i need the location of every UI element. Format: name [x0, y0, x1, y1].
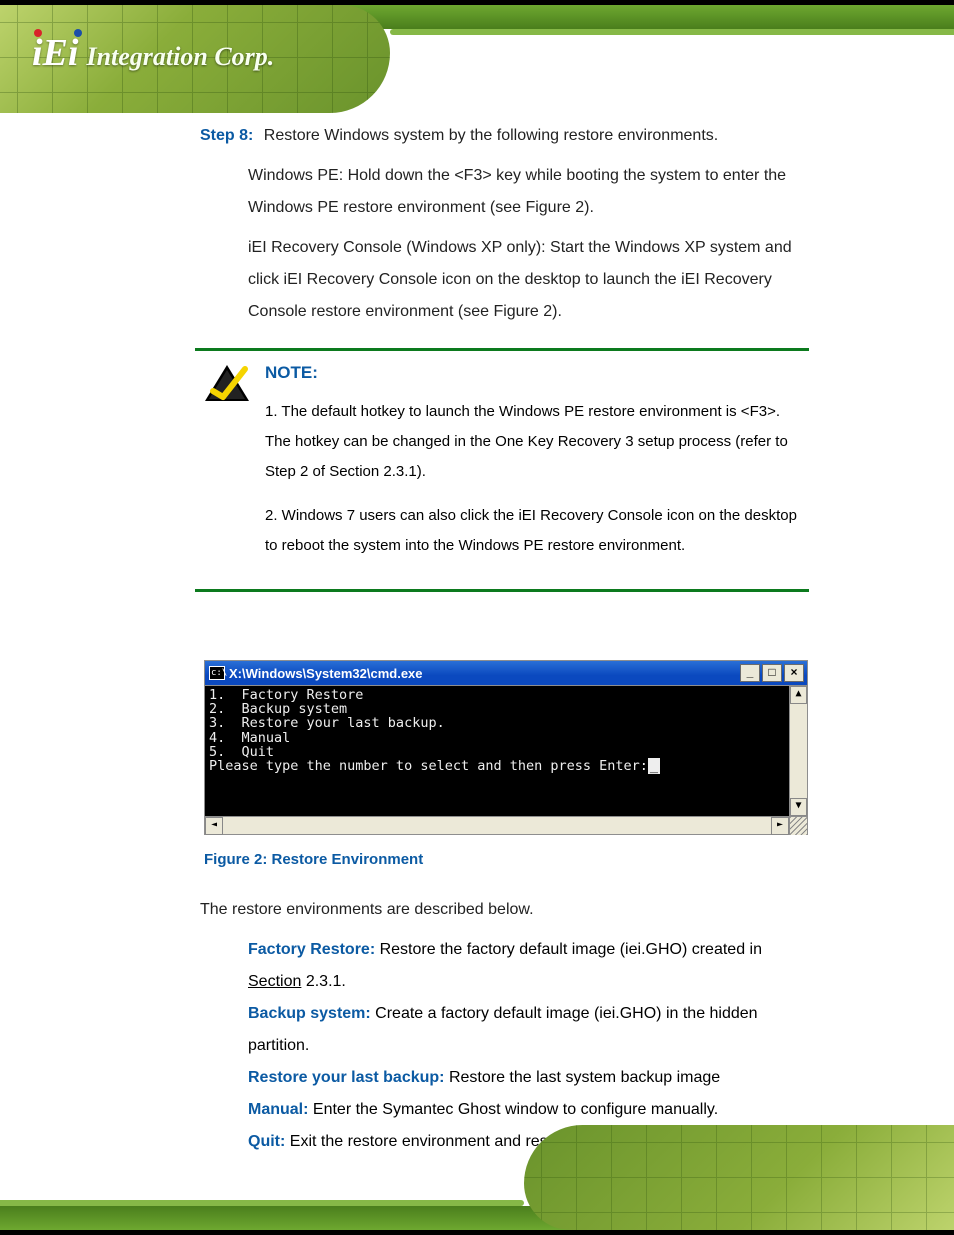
option-2-label: Backup system:	[248, 1005, 371, 1022]
bottom-black-bar	[0, 1230, 954, 1235]
option-1: Factory Restore: Restore the factory def…	[248, 934, 809, 998]
step8a: Windows PE: Hold down the <F3> key while…	[248, 160, 809, 224]
step8-block: Step 8: Restore Windows system by the fo…	[200, 120, 809, 328]
section-link[interactable]: Section	[248, 973, 301, 990]
cmd-cursor: _	[648, 758, 660, 774]
option-3: Restore your last backup: Restore the la…	[248, 1062, 809, 1094]
cmd-sysmenu-icon[interactable]: c:\	[209, 666, 225, 680]
note-title: NOTE:	[265, 363, 809, 383]
option-4: Manual: Enter the Symantec Ghost window …	[248, 1094, 809, 1126]
scroll-up-button[interactable]: ▲	[790, 686, 807, 704]
scroll-down-button[interactable]: ▼	[790, 798, 807, 816]
note-block: NOTE: 1. The default hotkey to launch th…	[195, 348, 809, 592]
option-3-label: Restore your last backup:	[248, 1069, 445, 1086]
footer-graphic	[524, 1125, 954, 1230]
options-intro: The restore environments are described b…	[200, 894, 809, 926]
cmd-line-6: Please type the number to select and the…	[209, 758, 648, 774]
top-green-accent	[390, 29, 954, 35]
note-p2: 2. Windows 7 users can also click the iE…	[265, 501, 809, 561]
option-3-text: Restore the last system backup image	[445, 1069, 721, 1086]
note-p1: 1. The default hotkey to launch the Wind…	[265, 397, 809, 487]
footer-banner	[0, 1125, 954, 1235]
cmd-window-buttons: _ □ ×	[740, 664, 804, 682]
step8: Step 8: Restore Windows system by the fo…	[200, 120, 809, 152]
scroll-left-button[interactable]: ◄	[205, 817, 223, 835]
figure-caption: Figure 2: Restore Environment	[204, 851, 954, 868]
option-4-label: Manual:	[248, 1101, 308, 1118]
option-1-label: Factory Restore:	[248, 941, 375, 958]
minimize-button[interactable]: _	[740, 664, 760, 682]
logo: iEi Integration Corp.	[32, 31, 274, 75]
step8-label: Step 8:	[200, 127, 253, 144]
logo-dot-blue	[74, 29, 82, 37]
scroll-right-button[interactable]: ►	[771, 817, 789, 835]
close-button[interactable]: ×	[784, 664, 804, 682]
hscroll-track[interactable]	[223, 817, 771, 834]
cmd-hscrollbar[interactable]: ◄ ►	[205, 816, 807, 834]
step8-text: Restore Windows system by the following …	[264, 127, 718, 144]
scroll-track[interactable]	[790, 704, 807, 798]
step8b: iEI Recovery Console (Windows XP only): …	[248, 232, 809, 328]
option-2: Backup system: Create a factory default …	[248, 998, 809, 1062]
cmd-titlebar[interactable]: c:\ X:\Windows\System32\cmd.exe _ □ ×	[205, 661, 807, 685]
maximize-button[interactable]: □	[762, 664, 782, 682]
resize-grip[interactable]	[789, 817, 807, 835]
logo-mark: iEi	[32, 31, 78, 75]
cmd-output[interactable]: 1. Factory Restore 2. Backup system 3. R…	[205, 686, 789, 816]
cmd-vscrollbar[interactable]: ▲ ▼	[789, 686, 807, 816]
cmd-title: X:\Windows\System32\cmd.exe	[229, 666, 736, 681]
logo-dot-red	[34, 29, 42, 37]
footer-circuit-pattern	[524, 1125, 954, 1230]
logo-text: Integration Corp.	[86, 42, 274, 72]
option-4-text: Enter the Symantec Ghost window to confi…	[308, 1101, 718, 1118]
note-icon	[203, 363, 251, 403]
logo-mark-text: iEi	[32, 32, 78, 74]
cmd-window: c:\ X:\Windows\System32\cmd.exe _ □ × 1.…	[204, 660, 808, 835]
header-graphic: iEi Integration Corp.	[0, 5, 390, 113]
header-banner: iEi Integration Corp.	[0, 0, 954, 113]
page-content: Step 8: Restore Windows system by the fo…	[0, 120, 954, 1158]
